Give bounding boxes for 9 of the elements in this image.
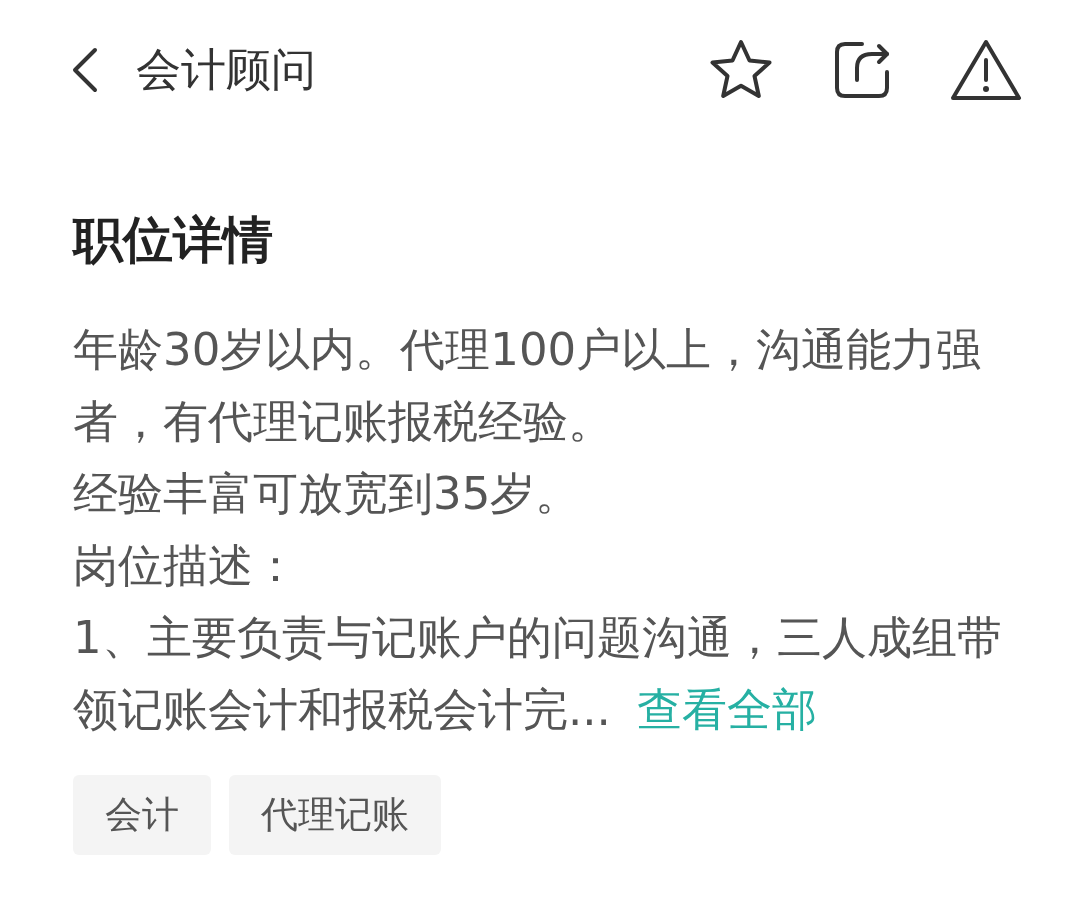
warning-icon[interactable]: [950, 38, 1022, 102]
share-icon[interactable]: [832, 39, 892, 101]
back-icon[interactable]: [70, 47, 100, 93]
page-title: 会计顾问: [136, 42, 316, 98]
tag: 代理记账: [229, 775, 441, 855]
section-heading: 职位详情: [73, 210, 274, 270]
view-all-link[interactable]: 查看全部: [636, 683, 817, 736]
job-description: 年龄30岁以内。代理100户以上，沟通能力强者，有代理记账报税经验。 经验丰富可放宽到35岁。 岗位描述： 1、主要负责与记账户的问题沟通，三人成组带领记账会计和报税会计完... 查看全部: [73, 322, 1003, 738]
tag: 会计: [73, 775, 211, 855]
